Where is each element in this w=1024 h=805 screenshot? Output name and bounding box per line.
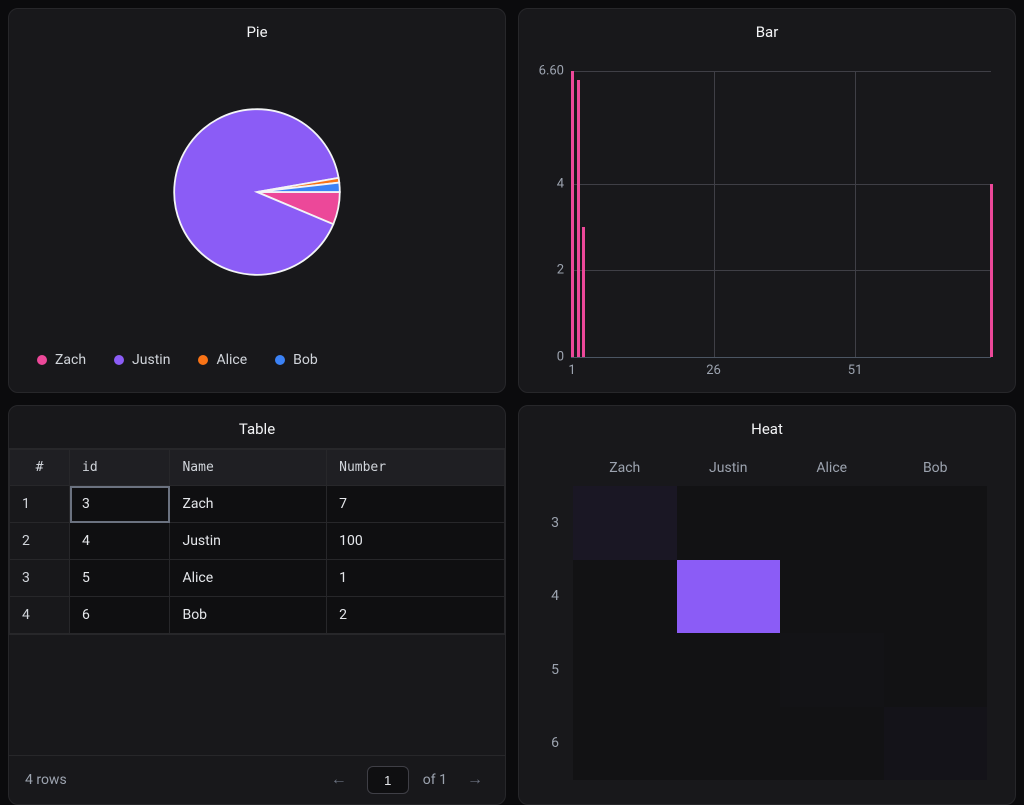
heat-cell[interactable] bbox=[677, 707, 781, 781]
bar-chart: 0246.6012651 bbox=[571, 71, 991, 358]
cell[interactable]: Justin bbox=[170, 523, 327, 560]
legend-swatch bbox=[275, 355, 285, 365]
row-number[interactable]: 4 bbox=[10, 597, 70, 634]
heat-cell[interactable] bbox=[573, 707, 677, 781]
heat-cell[interactable] bbox=[884, 560, 988, 634]
cell[interactable]: Zach bbox=[170, 486, 327, 523]
bar[interactable] bbox=[577, 80, 580, 357]
cell[interactable]: 100 bbox=[327, 523, 505, 560]
heat-cell[interactable] bbox=[573, 560, 677, 634]
heat-title: Heat bbox=[519, 406, 1015, 448]
cell[interactable]: 6 bbox=[70, 597, 170, 634]
heat-cell[interactable] bbox=[573, 486, 677, 560]
page-input[interactable] bbox=[367, 766, 409, 794]
cell[interactable]: Bob bbox=[170, 597, 327, 634]
cell[interactable]: 1 bbox=[327, 560, 505, 597]
column-header[interactable]: # bbox=[10, 450, 70, 486]
legend-label: Zach bbox=[55, 352, 86, 368]
heat-cell[interactable] bbox=[780, 486, 884, 560]
heat-col-label: Zach bbox=[573, 460, 677, 476]
column-header[interactable]: Name bbox=[170, 450, 327, 486]
y-tick-label: 4 bbox=[557, 176, 572, 191]
table-row[interactable]: 46Bob2 bbox=[10, 597, 505, 634]
x-tick-label: 26 bbox=[706, 357, 721, 378]
cell[interactable]: 2 bbox=[327, 597, 505, 634]
cell[interactable]: 7 bbox=[327, 486, 505, 523]
x-tick-label: 1 bbox=[568, 357, 575, 378]
table-panel: Table #idNameNumber 13Zach724Justin10035… bbox=[8, 405, 506, 805]
page-of-label: of 1 bbox=[423, 772, 447, 788]
heat-cell[interactable] bbox=[677, 486, 781, 560]
rows-count: 4 rows bbox=[25, 772, 67, 788]
legend-label: Bob bbox=[293, 352, 318, 368]
column-header[interactable]: Number bbox=[327, 450, 505, 486]
table-title: Table bbox=[9, 406, 505, 448]
row-number[interactable]: 2 bbox=[10, 523, 70, 560]
heat-cell[interactable] bbox=[780, 707, 884, 781]
heat-col-label: Bob bbox=[884, 460, 988, 476]
table-row[interactable]: 24Justin100 bbox=[10, 523, 505, 560]
heat-cell[interactable] bbox=[573, 633, 677, 707]
legend-label: Justin bbox=[132, 352, 170, 368]
bar[interactable] bbox=[990, 184, 993, 357]
legend-swatch bbox=[37, 355, 47, 365]
y-tick-label: 2 bbox=[557, 263, 572, 278]
x-tick-label: 51 bbox=[848, 357, 863, 378]
row-number[interactable]: 1 bbox=[10, 486, 70, 523]
bar[interactable] bbox=[571, 71, 574, 357]
heat-cell[interactable] bbox=[884, 633, 988, 707]
pie-chart bbox=[9, 51, 505, 332]
heat-row-label: 3 bbox=[551, 515, 573, 531]
cell[interactable]: 3 bbox=[70, 486, 170, 523]
row-number[interactable]: 3 bbox=[10, 560, 70, 597]
heat-col-label: Justin bbox=[677, 460, 781, 476]
cell[interactable]: 5 bbox=[70, 560, 170, 597]
heat-cell[interactable] bbox=[884, 486, 988, 560]
legend-item[interactable]: Justin bbox=[114, 352, 170, 368]
pie-title: Pie bbox=[9, 9, 505, 51]
legend-swatch bbox=[198, 355, 208, 365]
heat-cell[interactable] bbox=[677, 633, 781, 707]
heat-col-label: Alice bbox=[780, 460, 884, 476]
legend-swatch bbox=[114, 355, 124, 365]
legend-item[interactable]: Bob bbox=[275, 352, 318, 368]
heat-cell[interactable] bbox=[780, 560, 884, 634]
pie-svg bbox=[167, 102, 347, 282]
bar-panel: Bar 0246.6012651 bbox=[518, 8, 1016, 393]
heat-cell[interactable] bbox=[780, 633, 884, 707]
table-row[interactable]: 13Zach7 bbox=[10, 486, 505, 523]
cell[interactable]: 4 bbox=[70, 523, 170, 560]
legend-item[interactable]: Zach bbox=[37, 352, 86, 368]
data-table[interactable]: #idNameNumber 13Zach724Justin10035Alice1… bbox=[9, 449, 505, 634]
heat-cell[interactable] bbox=[677, 560, 781, 634]
heat-row-label: 4 bbox=[551, 588, 573, 604]
heat-chart: ZachJustinAliceBob 3 4 5 6 bbox=[519, 448, 1015, 804]
heat-row-label: 5 bbox=[551, 662, 573, 678]
column-header[interactable]: id bbox=[70, 450, 170, 486]
table-pager: 4 rows ← of 1 → bbox=[9, 755, 505, 804]
bar[interactable] bbox=[582, 227, 585, 357]
cell[interactable]: Alice bbox=[170, 560, 327, 597]
pie-panel: Pie Zach Justin Alice Bob bbox=[8, 8, 506, 393]
legend-item[interactable]: Alice bbox=[198, 352, 247, 368]
pie-legend: Zach Justin Alice Bob bbox=[9, 332, 505, 392]
y-tick-label: 6.60 bbox=[539, 64, 572, 79]
heat-cell[interactable] bbox=[884, 707, 988, 781]
next-page-button[interactable]: → bbox=[461, 767, 489, 793]
prev-page-button[interactable]: ← bbox=[325, 767, 353, 793]
legend-label: Alice bbox=[216, 352, 247, 368]
table-row[interactable]: 35Alice1 bbox=[10, 560, 505, 597]
heat-panel: Heat ZachJustinAliceBob 3 4 5 6 bbox=[518, 405, 1016, 805]
bar-title: Bar bbox=[519, 9, 1015, 51]
heat-row-label: 6 bbox=[551, 735, 573, 751]
